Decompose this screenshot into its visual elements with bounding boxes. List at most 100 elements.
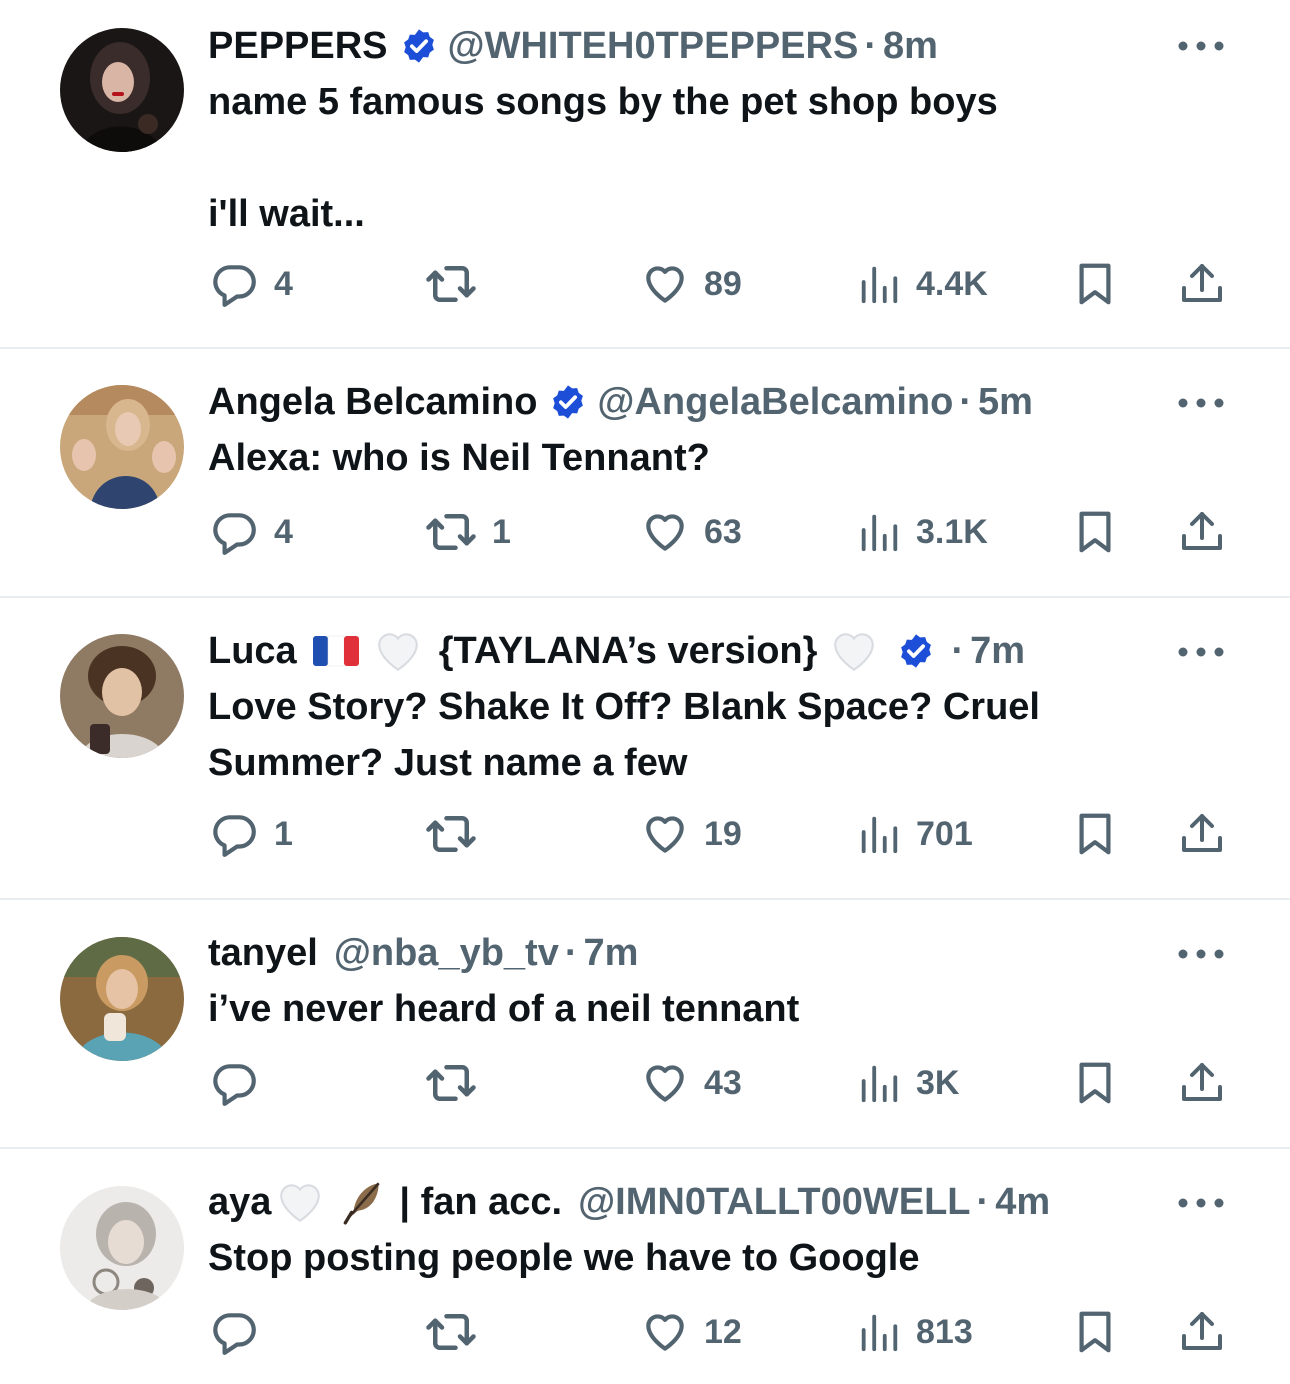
- analytics-icon: [856, 1060, 902, 1106]
- share-button[interactable]: [1178, 1053, 1226, 1113]
- reply-count: 4: [274, 512, 293, 551]
- timestamp[interactable]: 7m: [584, 925, 639, 981]
- reply-button[interactable]: 1: [210, 804, 293, 864]
- retweet-icon: [424, 1305, 478, 1359]
- tweet[interactable]: Angela Belcamino @AngelaBelcamino · 5m A…: [0, 349, 1290, 598]
- like-button[interactable]: 43: [640, 1053, 742, 1113]
- like-button[interactable]: 12: [640, 1302, 742, 1362]
- retweet-button[interactable]: [424, 1053, 492, 1113]
- verified-badge-icon: [549, 383, 587, 421]
- author-handle[interactable]: @IMN0TALLT00WELL: [578, 1174, 970, 1230]
- like-count: 43: [704, 1063, 742, 1102]
- timestamp[interactable]: 5m: [978, 374, 1033, 430]
- more-options-icon[interactable]: [1176, 944, 1226, 964]
- verified-badge-icon: [400, 27, 438, 65]
- tweet-header: tanyel @nba_yb_tv · 7m: [208, 925, 638, 981]
- share-icon: [1178, 508, 1226, 556]
- avatar[interactable]: [60, 28, 184, 152]
- retweet-button[interactable]: 1: [424, 502, 511, 562]
- tweet[interactable]: tanyel @nba_yb_tv · 7m i’ve never heard …: [0, 900, 1290, 1149]
- reply-button[interactable]: 4: [210, 502, 293, 562]
- retweet-count: 1: [492, 512, 511, 551]
- tweet-text: Stop posting people we have to Google: [208, 1237, 920, 1279]
- like-count: 89: [704, 264, 742, 303]
- bookmark-icon: [1072, 507, 1118, 557]
- tweet[interactable]: Luca {TAYLANA’s version} · 7m Love Story…: [0, 598, 1290, 900]
- author-handle[interactable]: @AngelaBelcamino: [597, 374, 953, 430]
- share-button[interactable]: [1178, 254, 1226, 314]
- timestamp[interactable]: 7m: [970, 623, 1025, 679]
- like-count: 19: [704, 814, 742, 853]
- author-name-suffix[interactable]: {TAYLANA’s version}: [439, 623, 818, 679]
- retweet-icon: [424, 1056, 478, 1110]
- author-name-suffix[interactable]: | fan acc.: [399, 1174, 562, 1230]
- more-options-icon[interactable]: [1176, 36, 1226, 56]
- retweet-button[interactable]: [424, 254, 492, 314]
- analytics-icon: [856, 811, 902, 857]
- like-button[interactable]: 63: [640, 502, 742, 562]
- separator-dot: ·: [864, 25, 877, 67]
- bookmark-button[interactable]: [1072, 502, 1118, 562]
- bookmark-button[interactable]: [1072, 1053, 1118, 1113]
- more-options-icon[interactable]: [1176, 1193, 1226, 1213]
- avatar[interactable]: [60, 385, 184, 509]
- bookmark-icon: [1072, 1307, 1118, 1357]
- avatar[interactable]: [60, 1186, 184, 1310]
- author-name[interactable]: Angela Belcamino: [208, 374, 537, 430]
- views-button[interactable]: 813: [856, 1302, 973, 1362]
- author-name[interactable]: aya: [208, 1174, 271, 1230]
- views-button[interactable]: 4.4K: [856, 254, 988, 314]
- more-options-icon[interactable]: [1176, 393, 1226, 413]
- reply-button[interactable]: [210, 1053, 274, 1113]
- separator-dot: ·: [564, 932, 578, 974]
- bookmark-icon: [1072, 809, 1118, 859]
- like-button[interactable]: 89: [640, 254, 742, 314]
- tweet[interactable]: aya | fan acc. @IMN0TALLT00WELL · 4m Sto…: [0, 1149, 1290, 1384]
- action-bar: 1 19 701: [0, 804, 1290, 864]
- like-button[interactable]: 19: [640, 804, 742, 864]
- author-handle[interactable]: @nba_yb_tv: [334, 925, 559, 981]
- reply-button[interactable]: [210, 1302, 274, 1362]
- views-button[interactable]: 3.1K: [856, 502, 988, 562]
- share-button[interactable]: [1178, 804, 1226, 864]
- heart-icon: [640, 507, 690, 557]
- reply-button[interactable]: 4: [210, 254, 293, 314]
- share-button[interactable]: [1178, 1302, 1226, 1362]
- share-icon: [1178, 260, 1226, 308]
- analytics-icon: [856, 261, 902, 307]
- reply-icon: [210, 1058, 260, 1108]
- share-icon: [1178, 1308, 1226, 1356]
- action-bar: 12 813: [0, 1302, 1290, 1362]
- white-heart-icon: [275, 1177, 325, 1227]
- like-count: 12: [704, 1312, 742, 1351]
- tweet-header: Luca {TAYLANA’s version} · 7m: [208, 623, 1025, 679]
- feather-icon: [344, 1182, 381, 1225]
- action-bar: 43 3K: [0, 1053, 1290, 1113]
- tweet[interactable]: PEPPERS @WHITEH0TPEPPERS · 8m name 5 fam…: [0, 0, 1290, 349]
- author-handle[interactable]: @WHITEH0TPEPPERS: [448, 18, 859, 74]
- avatar[interactable]: [60, 634, 184, 758]
- author-name[interactable]: Luca: [208, 623, 297, 679]
- tweet-text: Love Story? Shake It Off? Blank Space? C…: [208, 686, 1040, 784]
- tweet-header: aya | fan acc. @IMN0TALLT00WELL · 4m: [208, 1174, 1050, 1230]
- view-count: 4.4K: [916, 264, 988, 303]
- avatar[interactable]: [60, 937, 184, 1061]
- timestamp[interactable]: 8m: [883, 18, 938, 74]
- bookmark-button[interactable]: [1072, 804, 1118, 864]
- heart-icon: [640, 259, 690, 309]
- views-button[interactable]: 3K: [856, 1053, 959, 1113]
- bookmark-button[interactable]: [1072, 254, 1118, 314]
- view-count: 3K: [916, 1063, 960, 1102]
- timestamp[interactable]: 4m: [995, 1174, 1050, 1230]
- more-options-icon[interactable]: [1176, 642, 1226, 662]
- reply-count: 1: [274, 814, 293, 853]
- retweet-button[interactable]: [424, 804, 492, 864]
- share-button[interactable]: [1178, 502, 1226, 562]
- author-name[interactable]: tanyel: [208, 925, 318, 981]
- views-button[interactable]: 701: [856, 804, 973, 864]
- retweet-button[interactable]: [424, 1302, 492, 1362]
- bookmark-button[interactable]: [1072, 1302, 1118, 1362]
- author-name[interactable]: PEPPERS: [208, 18, 388, 74]
- verified-badge-icon: [897, 632, 935, 670]
- heart-icon: [640, 1307, 690, 1357]
